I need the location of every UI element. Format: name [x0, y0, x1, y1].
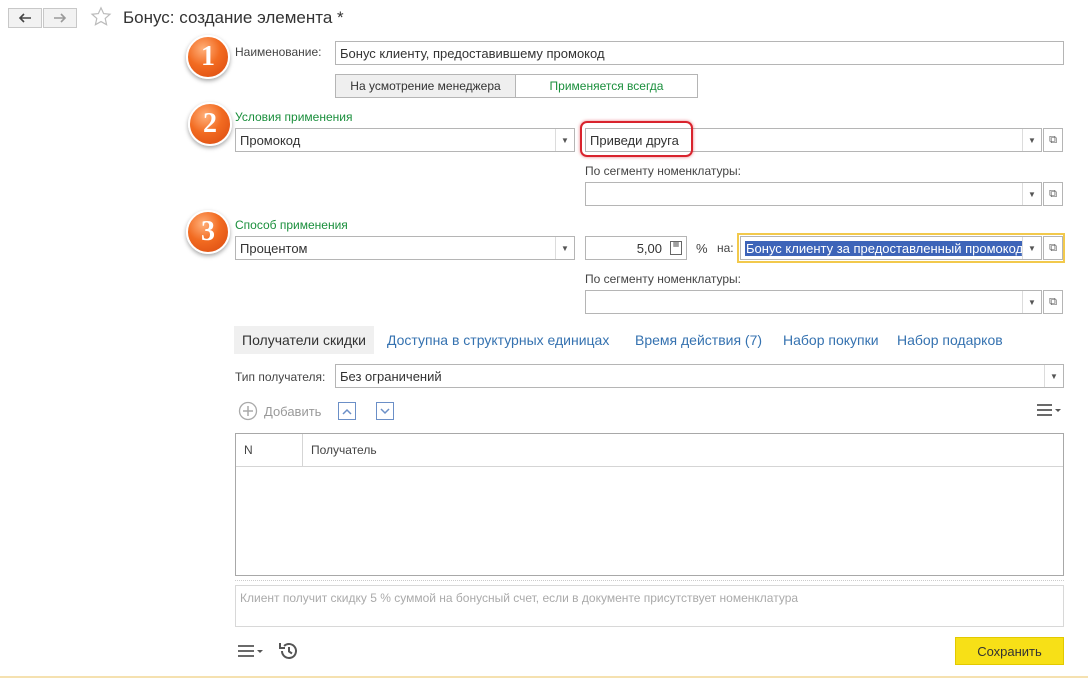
- name-label: Наименование:: [235, 45, 322, 59]
- condition-type-select[interactable]: Промокод ▼: [235, 128, 575, 152]
- target-select[interactable]: Бонус клиенту за предоставленный промоко…: [740, 236, 1042, 260]
- condition-type-value: Промокод: [240, 132, 301, 148]
- cond-segment-select[interactable]: ▼: [585, 182, 1042, 206]
- percent-sign: %: [696, 241, 708, 256]
- chevron-down-icon[interactable]: ▼: [1022, 183, 1041, 205]
- chevron-down-icon[interactable]: ▼: [1022, 291, 1041, 313]
- chevron-down-icon: [380, 407, 390, 414]
- recipient-type-value: Без ограничений: [340, 368, 442, 384]
- add-button[interactable]: Добавить: [238, 401, 321, 421]
- chevron-down-icon[interactable]: ▼: [1022, 129, 1041, 151]
- footer-menu-button[interactable]: [237, 643, 265, 662]
- recipients-table[interactable]: N Получатель: [235, 433, 1064, 576]
- recipient-type-label: Тип получателя:: [235, 370, 326, 384]
- open-cond-segment-button[interactable]: ⧉: [1043, 182, 1063, 206]
- open-target-button[interactable]: ⧉: [1043, 236, 1063, 260]
- tab-time[interactable]: Время действия (7): [635, 326, 762, 354]
- column-divider: [302, 434, 303, 466]
- chevron-down-icon[interactable]: ▼: [555, 237, 574, 259]
- history-icon: [279, 643, 297, 659]
- name-input[interactable]: Бонус клиенту, предоставившему промокод: [335, 41, 1064, 65]
- info-text-box: Клиент получит скидку 5 % суммой на бону…: [235, 585, 1064, 627]
- cond-segment-label: По сегменту номенклатуры:: [585, 164, 741, 178]
- method-heading: Способ применения: [235, 218, 348, 232]
- tab-purchase-set[interactable]: Набор покупки: [783, 326, 879, 354]
- arrow-left-icon: [18, 13, 31, 23]
- move-down-button[interactable]: [376, 402, 394, 420]
- chevron-down-icon[interactable]: ▼: [1044, 365, 1063, 387]
- column-header-recipient[interactable]: Получатель: [311, 443, 377, 457]
- open-method-segment-button[interactable]: ⧉: [1043, 290, 1063, 314]
- step-badge-3: 3: [186, 210, 230, 254]
- tab-units[interactable]: Доступна в структурных единицах: [387, 326, 609, 354]
- method-type-value: Процентом: [240, 240, 308, 256]
- save-button[interactable]: Сохранить: [955, 637, 1064, 665]
- hamburger-menu-icon: [1037, 404, 1061, 416]
- chevron-down-icon[interactable]: ▼: [555, 129, 574, 151]
- forward-button[interactable]: [43, 8, 77, 28]
- table-resize-divider: [235, 580, 1064, 581]
- mode-option-always[interactable]: Применяется всегда: [516, 75, 697, 97]
- method-type-select[interactable]: Процентом ▼: [235, 236, 575, 260]
- table-header: N Получатель: [236, 434, 1063, 467]
- open-promo-button[interactable]: ⧉: [1043, 128, 1063, 152]
- mode-option-manager[interactable]: На усмотрение менеджера: [336, 75, 516, 97]
- history-button[interactable]: [277, 639, 301, 666]
- hamburger-menu-icon: [238, 645, 263, 657]
- method-segment-label: По сегменту номенклатуры:: [585, 272, 741, 286]
- back-button[interactable]: [8, 8, 42, 28]
- amount-input[interactable]: 5,00 ▦: [585, 236, 687, 260]
- step-badge-2: 2: [188, 102, 232, 146]
- page-title: Бонус: создание элемента *: [123, 8, 344, 27]
- conditions-heading: Условия применения: [235, 110, 353, 124]
- arrow-right-icon: [54, 13, 67, 23]
- amount-value: 5,00: [636, 240, 662, 256]
- favorite-star-icon[interactable]: [90, 6, 112, 31]
- recipient-type-select[interactable]: Без ограничений ▼: [335, 364, 1064, 388]
- method-segment-select[interactable]: ▼: [585, 290, 1042, 314]
- chevron-up-icon: [342, 408, 352, 415]
- calculator-icon[interactable]: ▦: [670, 241, 682, 255]
- promo-highlight-frame: [580, 121, 693, 157]
- column-header-n[interactable]: N: [244, 443, 253, 457]
- tab-gift-set[interactable]: Набор подарков: [897, 326, 1003, 354]
- name-input-value: Бонус клиенту, предоставившему промокод: [340, 45, 605, 61]
- plus-circle-icon: [238, 401, 258, 421]
- info-text: Клиент получит скидку 5 % суммой на бону…: [240, 591, 799, 605]
- table-menu-button[interactable]: [1036, 403, 1062, 417]
- on-label: на:: [717, 241, 734, 255]
- chevron-down-icon[interactable]: ▼: [1022, 237, 1041, 259]
- tab-recipients[interactable]: Получатели скидки: [234, 326, 374, 354]
- add-button-label: Добавить: [264, 403, 322, 419]
- move-up-button[interactable]: [338, 402, 356, 420]
- step-badge-1: 1: [186, 35, 230, 79]
- target-value: Бонус клиенту за предоставленный промоко…: [745, 240, 1025, 256]
- mode-toggle: На усмотрение менеджера Применяется всег…: [335, 74, 698, 98]
